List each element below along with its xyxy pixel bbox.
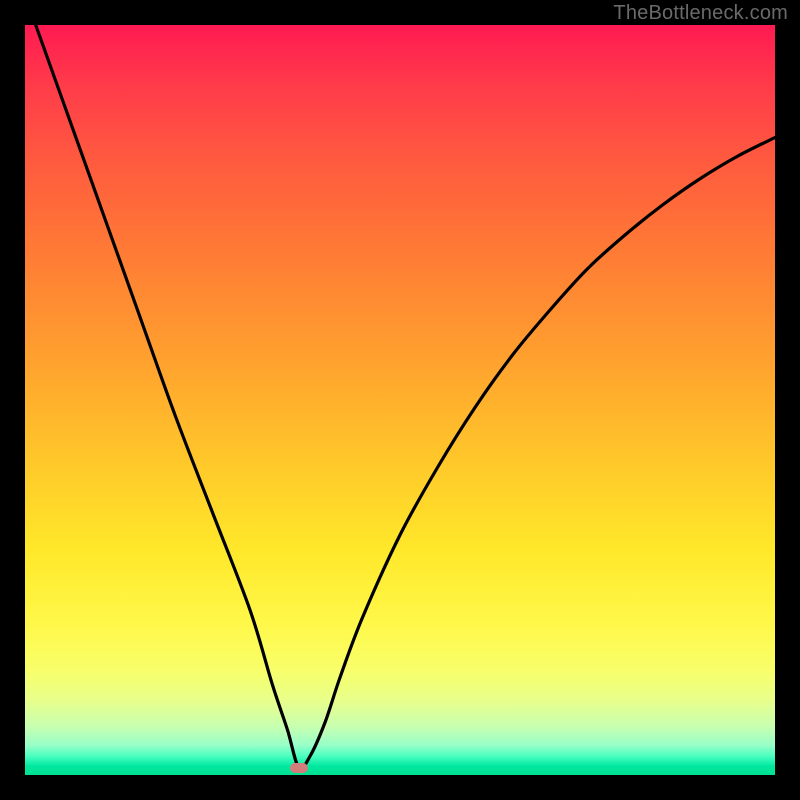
chart-frame: TheBottleneck.com xyxy=(0,0,800,800)
bottleneck-curve xyxy=(25,25,775,775)
min-marker xyxy=(290,763,308,773)
plot-area xyxy=(25,25,775,775)
watermark-text: TheBottleneck.com xyxy=(613,2,788,25)
